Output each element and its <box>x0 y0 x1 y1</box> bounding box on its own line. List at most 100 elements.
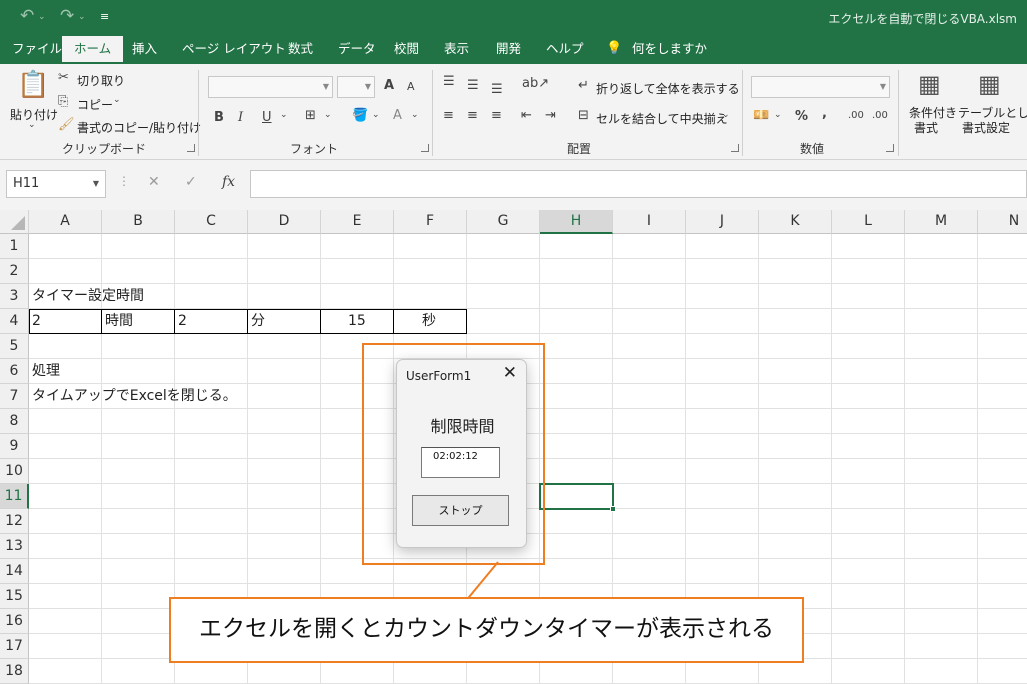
row-header[interactable]: 14 <box>0 559 29 584</box>
conditional-format-icon[interactable]: ▦ <box>918 70 941 98</box>
redo-dropdown-icon[interactable]: ⌄ <box>78 12 86 22</box>
fill-color-icon[interactable]: 🪣 <box>352 108 368 123</box>
alignment-launcher-icon[interactable] <box>731 144 739 152</box>
row-header[interactable]: 18 <box>0 659 29 684</box>
enter-icon[interactable]: ✓ <box>185 174 197 190</box>
cell-a6[interactable]: 処理 <box>32 359 60 384</box>
column-header[interactable]: A <box>29 210 102 234</box>
row-header[interactable]: 6 <box>0 359 29 384</box>
currency-dropdown-icon[interactable]: ⌄ <box>774 110 782 120</box>
column-header[interactable]: E <box>321 210 394 234</box>
undo-icon[interactable]: ↶ <box>20 6 34 26</box>
paste-icon[interactable]: 📋 <box>17 70 49 100</box>
format-as-table-label-2[interactable]: 書式設定 <box>962 119 1010 136</box>
tab-data[interactable]: データ <box>336 36 378 64</box>
column-header[interactable]: I <box>613 210 686 234</box>
column-header[interactable]: B <box>102 210 175 234</box>
font-color-icon[interactable]: A <box>393 108 402 123</box>
cell-d4[interactable]: 分 <box>251 309 265 334</box>
font-size-dropdown[interactable]: ▼ <box>337 76 375 98</box>
cell-a4[interactable]: 2 <box>32 309 41 334</box>
wrap-text-icon[interactable]: ↵ <box>578 78 589 93</box>
grow-font-icon[interactable]: A <box>384 78 394 93</box>
column-header-selected[interactable]: H <box>540 210 613 234</box>
undo-dropdown-icon[interactable]: ⌄ <box>38 12 46 22</box>
decrease-indent-icon[interactable]: ⇤ <box>521 108 532 123</box>
cell-c4[interactable]: 2 <box>178 309 187 334</box>
column-header[interactable]: C <box>175 210 248 234</box>
tab-developer[interactable]: 開発 <box>494 36 523 64</box>
number-launcher-icon[interactable] <box>886 144 894 152</box>
row-header[interactable]: 3 <box>0 284 29 309</box>
fill-dropdown-icon[interactable]: ⌄ <box>372 110 380 120</box>
bold-button[interactable]: B <box>214 110 224 125</box>
column-header[interactable]: F <box>394 210 467 234</box>
row-header[interactable]: 12 <box>0 509 29 534</box>
row-header[interactable]: 17 <box>0 634 29 659</box>
copy-dropdown-icon[interactable]: ⌄ <box>113 95 121 105</box>
format-painter-button[interactable]: 書式のコピー/貼り付け <box>77 119 201 136</box>
font-color-dropdown-icon[interactable]: ⌄ <box>411 110 419 120</box>
format-as-table-icon[interactable]: ▦ <box>978 70 1001 98</box>
insert-function-icon[interactable]: fx <box>222 174 235 190</box>
underline-button[interactable]: U <box>262 110 272 125</box>
row-header[interactable]: 1 <box>0 234 29 259</box>
close-icon[interactable]: ✕ <box>503 363 517 383</box>
redo-icon[interactable]: ↷ <box>60 6 74 26</box>
underline-dropdown-icon[interactable]: ⌄ <box>280 110 288 120</box>
align-top-icon[interactable]: ☰ <box>443 74 455 89</box>
align-right-icon[interactable]: ≡ <box>491 108 502 123</box>
merge-center-button[interactable]: セルを結合して中央揃え <box>596 110 728 127</box>
number-format-dropdown[interactable]: ▼ <box>751 76 890 98</box>
align-left-icon[interactable]: ≡ <box>443 108 454 123</box>
tab-help[interactable]: ヘルプ <box>544 36 586 64</box>
countdown-textbox[interactable]: 02:02:12 <box>421 447 500 478</box>
tab-review[interactable]: 校閲 <box>392 36 421 64</box>
shrink-font-icon[interactable]: A <box>407 80 415 93</box>
stop-button[interactable]: ストップ <box>412 495 509 526</box>
selected-cell-h11[interactable] <box>539 483 616 512</box>
italic-button[interactable]: I <box>238 110 243 125</box>
comma-button[interactable]: , <box>822 106 827 121</box>
row-header[interactable]: 15 <box>0 584 29 609</box>
tab-insert[interactable]: 挿入 <box>130 36 159 64</box>
cell-a3[interactable]: タイマー設定時間 <box>32 284 144 309</box>
merge-dropdown-icon[interactable]: ⌄ <box>722 110 730 120</box>
formula-input[interactable] <box>250 170 1027 198</box>
font-launcher-icon[interactable] <box>421 144 429 152</box>
column-header[interactable]: K <box>759 210 832 234</box>
row-header[interactable]: 5 <box>0 334 29 359</box>
tab-file[interactable]: ファイル <box>10 36 64 64</box>
cancel-icon[interactable]: ✕ <box>148 174 160 190</box>
copy-button[interactable]: コピー <box>77 96 113 113</box>
merge-center-icon[interactable]: ⊟ <box>578 108 589 123</box>
column-header[interactable]: M <box>905 210 978 234</box>
row-header[interactable]: 13 <box>0 534 29 559</box>
customize-toolbar-icon[interactable]: ≡ <box>100 10 109 23</box>
clipboard-launcher-icon[interactable] <box>187 144 195 152</box>
align-bottom-icon[interactable]: ☰ <box>491 82 503 97</box>
row-header[interactable]: 2 <box>0 259 29 284</box>
font-name-dropdown[interactable]: ▼ <box>208 76 333 98</box>
select-all-corner[interactable] <box>0 210 29 234</box>
cell-f4[interactable]: 秒 <box>422 309 436 334</box>
column-header[interactable]: D <box>248 210 321 234</box>
tab-page-layout[interactable]: ページ レイアウト <box>180 36 288 64</box>
orientation-icon[interactable]: ab↗ <box>522 76 549 91</box>
increase-decimal-icon[interactable]: .00 <box>848 110 864 121</box>
conditional-format-label-2[interactable]: 書式 <box>914 119 938 136</box>
tab-view[interactable]: 表示 <box>442 36 471 64</box>
cell-b4[interactable]: 時間 <box>105 309 133 334</box>
row-header[interactable]: 16 <box>0 609 29 634</box>
tab-home[interactable]: ホーム <box>62 36 124 64</box>
row-header[interactable]: 7 <box>0 384 29 409</box>
cell-e4[interactable]: 15 <box>348 309 366 334</box>
tab-formulas[interactable]: 数式 <box>286 36 315 64</box>
row-header[interactable]: 8 <box>0 409 29 434</box>
wrap-text-button[interactable]: 折り返して全体を表示する <box>596 80 740 97</box>
column-header[interactable]: G <box>467 210 540 234</box>
cell-a7[interactable]: タイムアップでExcelを閉じる。 <box>32 384 237 409</box>
column-header[interactable]: J <box>686 210 759 234</box>
column-header[interactable]: L <box>832 210 905 234</box>
percent-button[interactable]: % <box>795 109 808 124</box>
